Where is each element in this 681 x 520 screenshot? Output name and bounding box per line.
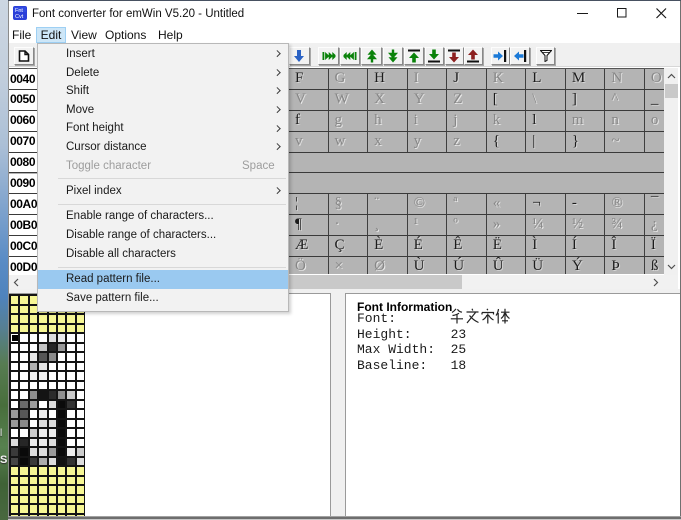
svg-text:Cvt: Cvt — [15, 14, 24, 20]
